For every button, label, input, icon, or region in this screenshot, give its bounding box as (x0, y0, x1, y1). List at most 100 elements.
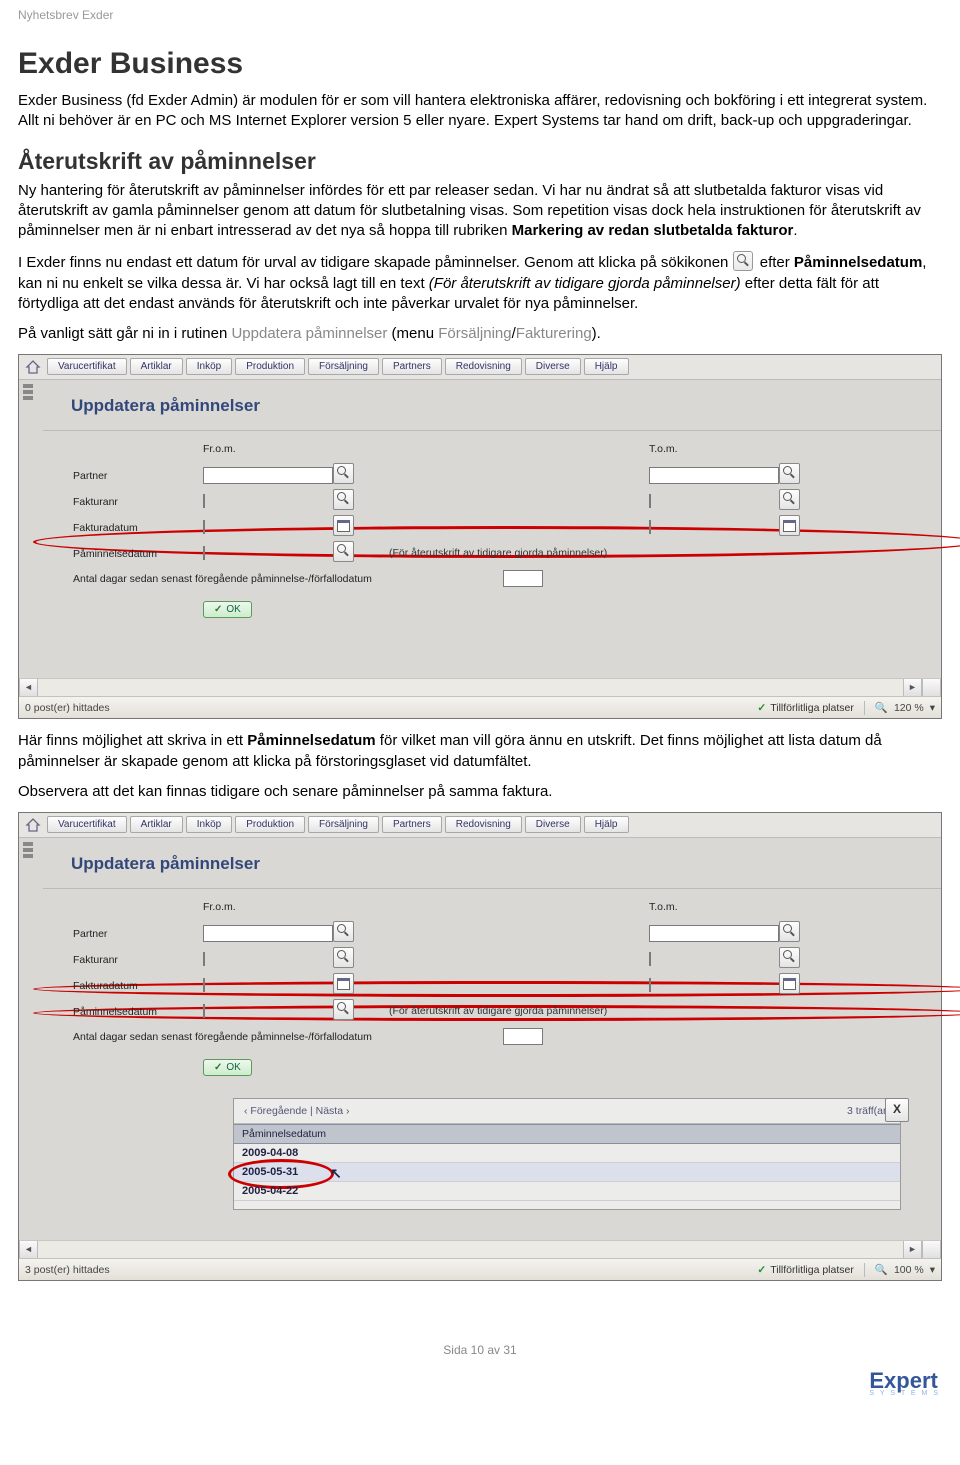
col-header-from: Fr.o.m. (203, 901, 333, 913)
antal-dagar-input[interactable] (503, 1028, 543, 1045)
fakturanr-to-input[interactable] (649, 952, 651, 966)
scroll-left-icon[interactable]: ◄ (19, 679, 38, 696)
menu-item[interactable]: Diverse (525, 816, 581, 833)
menu-item[interactable]: Partners (382, 358, 442, 375)
paminnelsedatum-input[interactable] (203, 1004, 205, 1018)
ok-button[interactable]: ✓OK (203, 601, 252, 618)
paminnelsedatum-input[interactable] (203, 546, 205, 560)
scroll-left-icon[interactable]: ◄ (19, 1241, 38, 1258)
section-heading: Återutskrift av påminnelser (18, 148, 942, 175)
menu-item[interactable]: Varucertifikat (47, 358, 127, 375)
trust-indicator: ✓Tillförlitliga platser (757, 702, 853, 714)
fakturadatum-from-input[interactable] (203, 520, 205, 534)
menu-item[interactable]: Hjälp (584, 816, 629, 833)
col-header-from: Fr.o.m. (203, 443, 333, 455)
popup-hits: 3 träff(ar) (847, 1105, 890, 1117)
ok-button[interactable]: ✓OK (203, 1059, 252, 1076)
magnify-icon[interactable] (333, 489, 354, 510)
body-paragraph: Observera att det kan finnas tidigare oc… (18, 782, 942, 802)
menu-item[interactable]: Inköp (186, 358, 232, 375)
status-bar: 3 post(er) hittades ✓Tillförlitliga plat… (19, 1258, 941, 1280)
horizontal-scrollbar[interactable]: ◄ ► (19, 678, 941, 696)
menu-item[interactable]: Partners (382, 816, 442, 833)
magnify-icon[interactable] (333, 999, 354, 1020)
running-header: Nyhetsbrev Exder (18, 0, 942, 47)
menu-item[interactable]: Varucertifikat (47, 816, 127, 833)
calendar-icon[interactable] (779, 515, 800, 536)
popup-row[interactable]: 2005-05-31 ↖ (234, 1163, 900, 1182)
partner-to-input[interactable] (649, 925, 779, 942)
magnify-icon[interactable] (333, 541, 354, 562)
menu-item[interactable]: Försäljning (308, 358, 379, 375)
intro-paragraph: Exder Business (fd Exder Admin) är modul… (18, 91, 942, 132)
magnify-icon[interactable] (333, 947, 354, 968)
menu-item[interactable]: Artiklar (130, 358, 183, 375)
menu-item[interactable]: Diverse (525, 358, 581, 375)
col-header-to: T.o.m. (649, 443, 779, 455)
fakturanr-from-input[interactable] (203, 494, 205, 508)
menu-item[interactable]: Redovisning (445, 358, 522, 375)
label-fakturadatum: Fakturadatum (73, 978, 203, 992)
magnify-icon[interactable] (779, 947, 800, 968)
menu-item[interactable]: Hjälp (584, 358, 629, 375)
magnify-icon (733, 251, 753, 271)
body-paragraph: På vanligt sätt går ni in i rutinen Uppd… (18, 324, 942, 344)
popup-row[interactable]: 2005-04-22 (234, 1182, 900, 1201)
magnify-icon[interactable] (779, 489, 800, 510)
magnify-icon[interactable] (779, 921, 800, 942)
menu-item[interactable]: Inköp (186, 816, 232, 833)
zoom-control[interactable]: 🔍100 %▾ (875, 1263, 935, 1276)
popup-col-header: Påminnelsedatum (234, 1124, 900, 1144)
partner-from-input[interactable] (203, 467, 333, 484)
home-icon[interactable] (25, 360, 41, 374)
fakturanr-from-input[interactable] (203, 952, 205, 966)
popup-next[interactable]: Nästa › (316, 1105, 350, 1117)
partner-from-input[interactable] (203, 925, 333, 942)
check-icon: ✓ (214, 604, 222, 615)
calendar-icon[interactable] (779, 973, 800, 994)
label-paminnelsedatum: Påminnelsedatum (73, 1004, 203, 1018)
popup-prev[interactable]: ‹ Föregående (244, 1105, 307, 1117)
magnify-icon[interactable] (333, 921, 354, 942)
panel-title: Uppdatera påminnelser (43, 838, 941, 889)
fakturadatum-to-input[interactable] (649, 520, 651, 534)
menu-bar: Varucertifikat Artiklar Inköp Produktion… (47, 358, 935, 379)
antal-dagar-input[interactable] (503, 570, 543, 587)
menu-item[interactable]: Redovisning (445, 816, 522, 833)
fakturadatum-from-input[interactable] (203, 978, 205, 992)
label-partner: Partner (73, 468, 203, 482)
menu-item[interactable]: Produktion (235, 358, 305, 375)
calendar-icon[interactable] (333, 973, 354, 994)
page-footer: Sida 10 av 31 (0, 1323, 960, 1361)
scroll-right-icon[interactable]: ► (903, 679, 922, 696)
label-partner: Partner (73, 926, 203, 940)
fakturadatum-to-input[interactable] (649, 978, 651, 992)
menu-item[interactable]: Försäljning (308, 816, 379, 833)
label-antal-dagar: Antal dagar sedan senast föregående påmi… (73, 1029, 503, 1043)
popup-row[interactable]: 2009-04-08 (234, 1144, 900, 1163)
body-paragraph: Här finns möjlighet att skriva in ett På… (18, 731, 942, 772)
magnify-icon[interactable] (779, 463, 800, 484)
zoom-control[interactable]: 🔍120 %▾ (875, 701, 935, 714)
magnify-icon[interactable] (333, 463, 354, 484)
home-icon[interactable] (25, 818, 41, 832)
body-paragraph: I Exder finns nu endast ett datum för ur… (18, 251, 942, 314)
panel-title: Uppdatera påminnelser (43, 380, 941, 431)
horizontal-scrollbar[interactable]: ◄ ► (19, 1240, 941, 1258)
cursor-icon: ↖ (330, 1165, 342, 1182)
trust-indicator: ✓Tillförlitliga platser (757, 1264, 853, 1276)
expert-logo: Expert S Y S T E M S (869, 1368, 940, 1397)
menu-item[interactable]: Artiklar (130, 816, 183, 833)
scroll-right-icon[interactable]: ► (903, 1241, 922, 1258)
sidebar-toggle-icon[interactable] (19, 838, 43, 1240)
menu-item[interactable]: Produktion (235, 816, 305, 833)
close-button[interactable]: X (885, 1098, 909, 1122)
partner-to-input[interactable] (649, 467, 779, 484)
sidebar-toggle-icon[interactable] (19, 380, 43, 678)
body-paragraph: Ny hantering för återutskrift av påminne… (18, 181, 942, 242)
check-icon: ✓ (757, 702, 766, 714)
calendar-icon[interactable] (333, 515, 354, 536)
fakturanr-to-input[interactable] (649, 494, 651, 508)
status-bar: 0 post(er) hittades ✓Tillförlitliga plat… (19, 696, 941, 718)
check-icon: ✓ (757, 1264, 766, 1276)
